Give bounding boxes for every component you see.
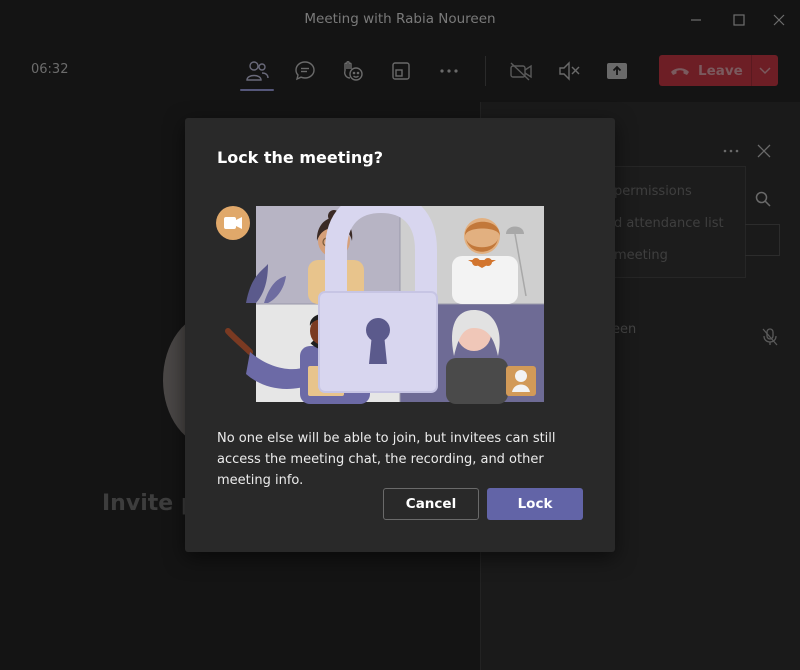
share-button[interactable] — [599, 53, 635, 89]
window-title: Meeting with Rabia Noureen — [304, 11, 496, 27]
menu-item-attendance-list[interactable]: d attendance list — [614, 216, 724, 231]
panel-close-button[interactable] — [752, 139, 776, 163]
reactions-icon — [344, 61, 363, 81]
dialog-body-text: No one else will be able to join, but in… — [217, 431, 556, 488]
panel-search-field[interactable] — [745, 224, 780, 256]
speaker-button[interactable] — [551, 53, 587, 89]
reactions-button[interactable] — [334, 53, 370, 89]
more-icon — [723, 149, 739, 153]
chevron-down-icon — [759, 66, 771, 74]
participants-button[interactable] — [239, 53, 275, 91]
camera-off-icon — [510, 62, 532, 81]
leave-options-button[interactable] — [752, 55, 778, 86]
search-icon — [755, 191, 771, 207]
menu-item-permissions[interactable]: permissions — [614, 184, 692, 199]
more-icon — [440, 69, 458, 73]
maximize-icon — [733, 14, 745, 26]
camera-button[interactable] — [503, 53, 539, 89]
lock-meeting-dialog: Lock the meeting? No one else will be ab… — [185, 118, 615, 552]
lock-button[interactable]: Lock — [487, 488, 583, 520]
leave-label: Leave — [698, 62, 743, 79]
more-actions-button[interactable] — [431, 53, 467, 89]
close-icon — [757, 144, 771, 158]
participants-icon — [246, 61, 269, 81]
chat-button[interactable] — [287, 53, 323, 89]
participant-name: een — [612, 322, 637, 337]
mic-off-icon — [762, 328, 778, 346]
panel-search-button[interactable] — [752, 188, 774, 210]
phone-icon — [671, 67, 689, 75]
leave-button[interactable]: Leave — [659, 55, 778, 86]
meeting-timer: 06:32 — [31, 62, 69, 77]
chat-icon — [295, 61, 315, 81]
title-bar: Meeting with Rabia Noureen — [0, 0, 800, 40]
close-window-button[interactable] — [766, 8, 792, 32]
rooms-icon — [392, 62, 410, 80]
leave-main[interactable]: Leave — [659, 55, 751, 86]
lock-meeting-illustration — [216, 206, 544, 404]
minimize-button[interactable] — [683, 8, 709, 32]
participant-mic-button[interactable] — [758, 326, 782, 348]
close-icon — [773, 14, 785, 26]
menu-item-lock-meeting[interactable]: meeting — [614, 248, 668, 263]
breakout-rooms-button[interactable] — [383, 53, 419, 89]
cancel-button[interactable]: Cancel — [383, 488, 479, 520]
invite-people-text: Invite p — [102, 491, 197, 516]
dialog-title: Lock the meeting? — [217, 148, 383, 167]
mic-muted-icon — [559, 61, 580, 81]
toolbar-divider — [485, 56, 486, 86]
share-icon — [607, 63, 627, 79]
maximize-button[interactable] — [726, 8, 752, 32]
panel-more-button[interactable] — [718, 141, 744, 161]
panel-options-menu: permissions d attendance list meeting — [595, 166, 746, 278]
minimize-icon — [691, 19, 701, 21]
